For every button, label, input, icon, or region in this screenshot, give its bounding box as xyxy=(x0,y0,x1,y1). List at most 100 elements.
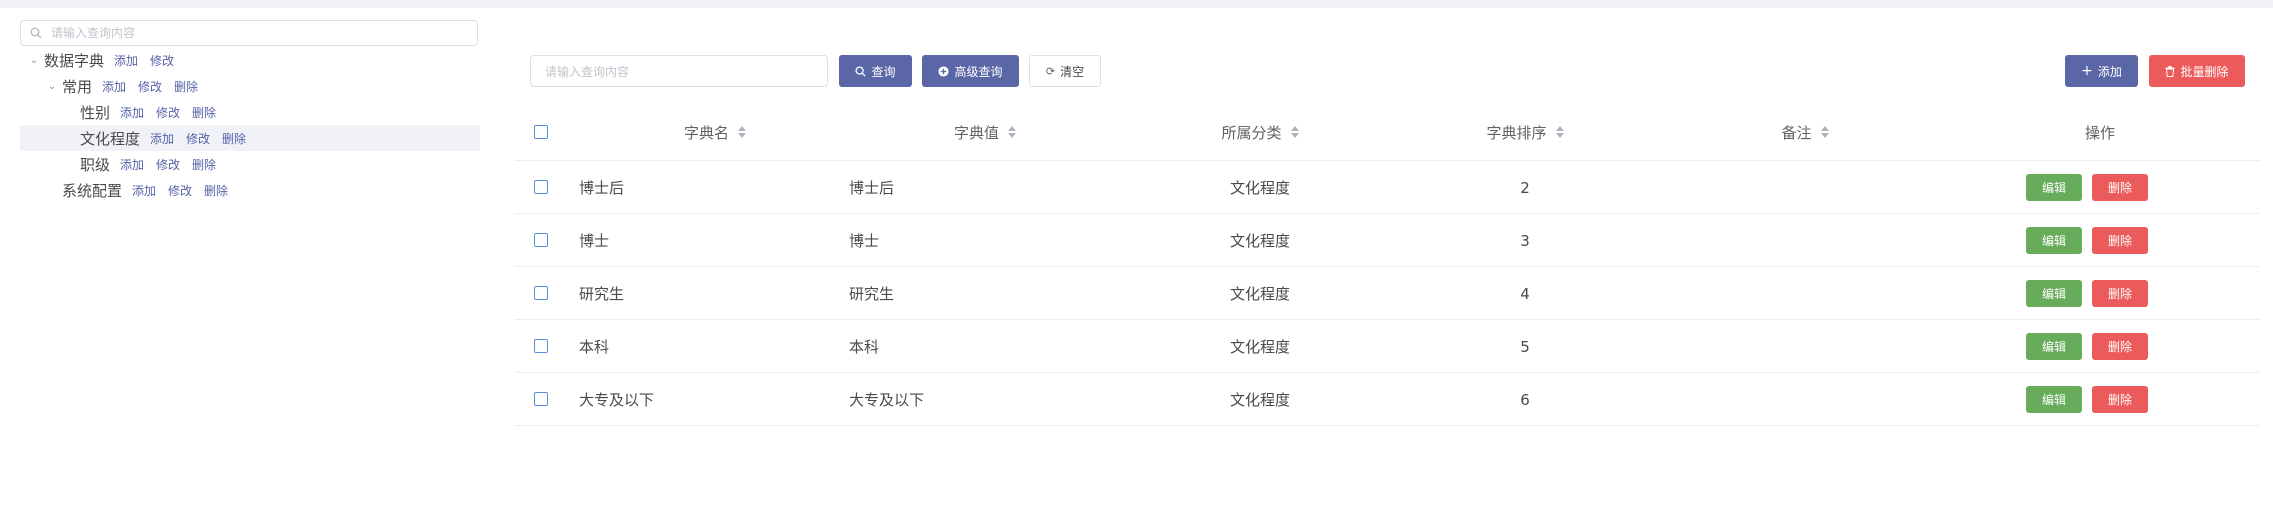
tree-edit-link[interactable]: 修改 xyxy=(156,156,180,173)
tree-node-label[interactable]: 常用 xyxy=(62,76,92,97)
delete-button[interactable]: 删除 xyxy=(2092,174,2148,201)
toolbar: 查询 高级查询 ⟳ 清空 + 添加 批量删除 xyxy=(530,55,2245,87)
edit-button[interactable]: 编辑 xyxy=(2026,227,2082,254)
tree-delete-link[interactable]: 删除 xyxy=(222,130,246,147)
column-header-order[interactable]: 字典排序 xyxy=(1425,103,1625,161)
tree-node-label[interactable]: 文化程度 xyxy=(80,128,140,149)
tree-node-label[interactable]: 职级 xyxy=(80,154,110,175)
cell-name: 研究生 xyxy=(579,285,625,303)
edit-button[interactable]: 编辑 xyxy=(2026,333,2082,360)
tree-add-link[interactable]: 添加 xyxy=(132,182,156,199)
cell-order: 2 xyxy=(1520,178,1530,197)
batch-delete-button[interactable]: 批量删除 xyxy=(2149,55,2245,87)
cell-name: 本科 xyxy=(579,338,610,356)
tree-delete-link[interactable]: 删除 xyxy=(192,156,216,173)
sort-icon[interactable] xyxy=(738,126,746,138)
delete-button[interactable]: 删除 xyxy=(2092,386,2148,413)
search-icon xyxy=(855,65,867,77)
tree-add-link[interactable]: 添加 xyxy=(120,156,144,173)
table-row: 博士后 博士后 文化程度 2 编辑 删除 xyxy=(515,161,2260,214)
table-row: 本科 本科 文化程度 5 编辑 删除 xyxy=(515,320,2260,373)
tree-add-link[interactable]: 添加 xyxy=(114,52,138,69)
cell-remark xyxy=(1705,161,1905,214)
batch-delete-button-label: 批量删除 xyxy=(2180,64,2229,79)
cell-value: 博士 xyxy=(849,232,880,250)
row-checkbox[interactable] xyxy=(534,286,548,300)
table-row: 研究生 研究生 文化程度 4 编辑 删除 xyxy=(515,267,2260,320)
query-button-label: 查询 xyxy=(871,64,896,79)
cell-name: 大专及以下 xyxy=(579,391,655,409)
dictionary-table: 字典名 字典值 所属分类 字典排序 备注 操作 博士后 博士后 文化程度 2 编 xyxy=(515,103,2260,426)
sort-icon[interactable] xyxy=(1820,126,1829,138)
tree-node-gender[interactable]: 性别 添加 修改 删除 xyxy=(20,99,480,125)
column-header-value[interactable]: 字典值 xyxy=(885,103,1085,161)
sort-icon[interactable] xyxy=(1290,126,1299,138)
tree-delete-link[interactable]: 删除 xyxy=(192,104,216,121)
row-checkbox[interactable] xyxy=(534,180,548,194)
tree-node-common[interactable]: ⌄ 常用 添加 修改 删除 xyxy=(20,73,480,99)
cell-value: 研究生 xyxy=(849,285,895,303)
select-all-checkbox[interactable] xyxy=(534,125,548,139)
tree-search-box[interactable] xyxy=(20,20,478,46)
delete-button[interactable]: 删除 xyxy=(2092,227,2148,254)
edit-button[interactable]: 编辑 xyxy=(2026,386,2082,413)
plus-circle-icon xyxy=(938,65,950,77)
tree-delete-link[interactable]: 删除 xyxy=(204,182,228,199)
trash-icon xyxy=(2165,65,2175,77)
row-checkbox[interactable] xyxy=(534,233,548,247)
main-search-input[interactable] xyxy=(545,62,815,82)
tree-node-system-config[interactable]: 系统配置 添加 修改 删除 xyxy=(20,177,480,203)
row-checkbox[interactable] xyxy=(534,392,548,406)
tree-edit-link[interactable]: 修改 xyxy=(138,78,162,95)
tree-search-input[interactable] xyxy=(51,23,471,43)
table-header: 字典名 字典值 所属分类 字典排序 备注 操作 xyxy=(515,103,2260,161)
refresh-icon: ⟳ xyxy=(1045,64,1056,78)
cell-category: 文化程度 xyxy=(1229,391,1290,409)
column-header-category[interactable]: 所属分类 xyxy=(1160,103,1360,161)
clear-button-label: 清空 xyxy=(1060,64,1085,79)
tree-edit-link[interactable]: 修改 xyxy=(186,130,210,147)
query-button[interactable]: 查询 xyxy=(839,55,912,87)
cell-value: 大专及以下 xyxy=(849,391,925,409)
cell-name: 博士后 xyxy=(579,179,625,197)
tree-edit-link[interactable]: 修改 xyxy=(168,182,192,199)
column-header-name[interactable]: 字典名 xyxy=(615,103,815,161)
add-button-label: 添加 xyxy=(2097,64,2122,79)
table-row: 大专及以下 大专及以下 文化程度 6 编辑 删除 xyxy=(515,373,2260,426)
tree-node-label[interactable]: 性别 xyxy=(80,102,110,123)
tree-delete-link[interactable]: 删除 xyxy=(174,78,198,95)
tree-node-education[interactable]: 文化程度 添加 修改 删除 xyxy=(20,125,480,151)
column-header-remark[interactable]: 备注 xyxy=(1705,103,1905,161)
sort-icon[interactable] xyxy=(1008,126,1016,138)
tree-node-rank[interactable]: 职级 添加 修改 删除 xyxy=(20,151,480,177)
clear-button[interactable]: ⟳ 清空 xyxy=(1029,55,1101,87)
delete-button[interactable]: 删除 xyxy=(2092,280,2148,307)
tree-edit-link[interactable]: 修改 xyxy=(156,104,180,121)
tree-add-link[interactable]: 添加 xyxy=(120,104,144,121)
sort-icon[interactable] xyxy=(1555,126,1564,138)
chevron-down-icon[interactable]: ⌄ xyxy=(28,47,40,73)
tree-add-link[interactable]: 添加 xyxy=(102,78,126,95)
row-checkbox[interactable] xyxy=(534,339,548,353)
chevron-down-icon[interactable]: ⌄ xyxy=(46,73,58,99)
cell-category: 文化程度 xyxy=(1229,338,1290,356)
tree-node-data-dictionary[interactable]: ⌄ 数据字典 添加 修改 xyxy=(20,47,480,73)
cell-category: 文化程度 xyxy=(1229,232,1290,250)
main-search-box[interactable] xyxy=(530,55,828,87)
edit-button[interactable]: 编辑 xyxy=(2026,174,2082,201)
advanced-query-button[interactable]: 高级查询 xyxy=(922,55,1019,87)
cell-category: 文化程度 xyxy=(1229,285,1290,303)
edit-button[interactable]: 编辑 xyxy=(2026,280,2082,307)
tree-add-link[interactable]: 添加 xyxy=(150,130,174,147)
column-header-ops: 操作 xyxy=(2084,123,2115,142)
tree-node-label[interactable]: 系统配置 xyxy=(62,180,122,201)
tree-node-label[interactable]: 数据字典 xyxy=(44,50,104,71)
cell-value: 本科 xyxy=(849,338,880,356)
cell-order: 5 xyxy=(1520,337,1530,356)
advanced-query-button-label: 高级查询 xyxy=(954,64,1003,79)
tree-edit-link[interactable]: 修改 xyxy=(150,52,174,69)
cell-name: 博士 xyxy=(579,232,610,250)
add-button[interactable]: + 添加 xyxy=(2065,55,2138,87)
delete-button[interactable]: 删除 xyxy=(2092,333,2148,360)
plus-icon: + xyxy=(2081,63,2093,79)
